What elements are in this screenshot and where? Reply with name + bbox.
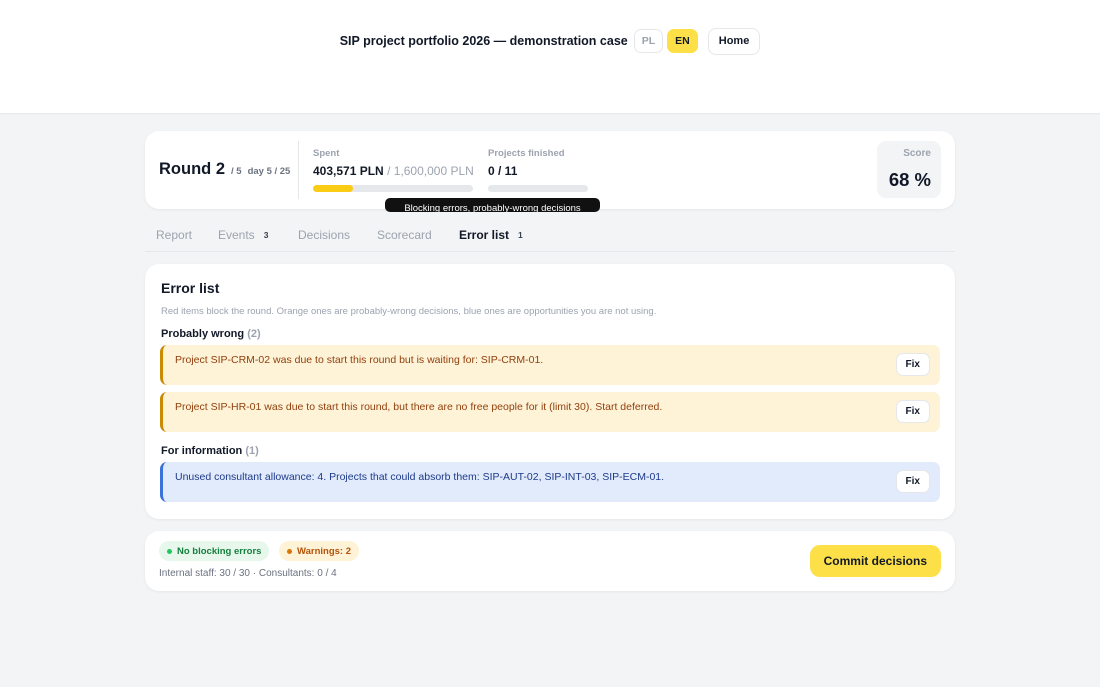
tab-label: Report [156, 228, 193, 242]
tab-label: Decisions [298, 228, 351, 242]
warning-text: Project SIP-CRM-02 was due to start this… [175, 354, 544, 366]
round-total: / 5 [231, 166, 242, 177]
finished-label: Projects finished [488, 148, 565, 159]
spent-progress-bar [313, 185, 473, 192]
section-count: (2) [247, 328, 261, 340]
top-bar-row: SIP project portfolio 2026 — demonstrati… [0, 27, 1100, 55]
lang-pl-button[interactable]: PL [633, 29, 664, 53]
tab-label: Error list [459, 228, 510, 242]
tab-label: Scorecard [377, 228, 432, 242]
fix-button[interactable]: Fix [895, 470, 930, 493]
tab-badge: 3 [260, 229, 272, 241]
tab-bar: Report Events 3 Decisions Scorecard Erro… [145, 222, 955, 252]
tooltip-text: Blocking errors, probably-wrong decision… [404, 203, 581, 213]
fix-button[interactable]: Fix [895, 400, 930, 423]
tab-events[interactable]: Events 3 [218, 228, 272, 242]
fix-button[interactable]: Fix [895, 353, 930, 376]
round-indicator: Round 2 / 5 day 5 / 25 [159, 160, 290, 179]
section-label: Probably wrong [161, 328, 245, 340]
probably-wrong-heading: Probably wrong (2) [161, 328, 261, 340]
warnings-badge: Warnings: 2 [279, 541, 360, 561]
tab-badge: 1 [515, 229, 526, 241]
finished-progress-bar [488, 185, 588, 192]
commit-decisions-button[interactable]: Commit decisions [809, 545, 941, 577]
no-blocking-text: No blocking errors [177, 545, 262, 557]
spent-budget: / 1,600,000 PLN [387, 164, 474, 178]
finished-value: 0 / 11 [488, 164, 518, 178]
round-day: day 5 / 25 [247, 166, 291, 177]
no-blocking-badge: No blocking errors [159, 541, 270, 561]
info-item: Unused consultant allowance: 4. Projects… [160, 462, 940, 502]
top-bar: SIP project portfolio 2026 — demonstrati… [0, 0, 1100, 113]
tab-report[interactable]: Report [156, 228, 192, 242]
tooltip: Blocking errors, probably-wrong decision… [385, 198, 600, 212]
finished-metric: Projects finished 0 / 11 [488, 148, 565, 178]
warning-item: Project SIP-HR-01 was due to start this … [160, 392, 940, 432]
app-title: SIP project portfolio 2026 — demonstrati… [339, 34, 628, 48]
for-information-heading: For information (1) [161, 445, 259, 457]
round-label: Round 2 [159, 160, 225, 178]
warning-item: Project SIP-CRM-02 was due to start this… [160, 345, 940, 385]
info-text: Unused consultant allowance: 4. Projects… [175, 471, 665, 483]
spent-progress-fill [313, 185, 354, 192]
score-value: 68 % [888, 169, 931, 190]
tab-scorecard[interactable]: Scorecard [377, 228, 432, 242]
tab-label: Events [218, 228, 255, 242]
error-list-card: Error list Red items block the round. Or… [145, 264, 955, 519]
tab-error-list[interactable]: Error list 1 [459, 228, 526, 242]
warning-text: Project SIP-HR-01 was due to start this … [175, 401, 663, 413]
spent-metric: Spent 403,571 PLN / 1,600,000 PLN [313, 148, 474, 178]
staff-summary: Internal staff: 30 / 30 · Consultants: 0… [159, 568, 337, 579]
spent-value: 403,571 PLN [313, 164, 384, 178]
section-label: For information [161, 445, 243, 457]
error-list-title: Error list [161, 280, 220, 296]
lang-en-button[interactable]: EN [667, 29, 698, 53]
status-dot-icon [287, 548, 292, 554]
spent-value-line: 403,571 PLN / 1,600,000 PLN [313, 164, 474, 178]
home-button[interactable]: Home [707, 27, 761, 55]
spent-label: Spent [313, 148, 340, 159]
warnings-text: Warnings: 2 [297, 545, 352, 557]
section-count: (1) [245, 445, 259, 457]
error-list-description: Red items block the round. Orange ones a… [161, 306, 657, 317]
divider [298, 141, 299, 199]
commit-card: No blocking errors Warnings: 2 Internal … [145, 531, 955, 591]
score-box: Score 68 % [877, 141, 941, 198]
score-label: Score [903, 148, 931, 159]
tab-decisions[interactable]: Decisions [298, 228, 350, 242]
status-dot-icon [167, 548, 172, 554]
